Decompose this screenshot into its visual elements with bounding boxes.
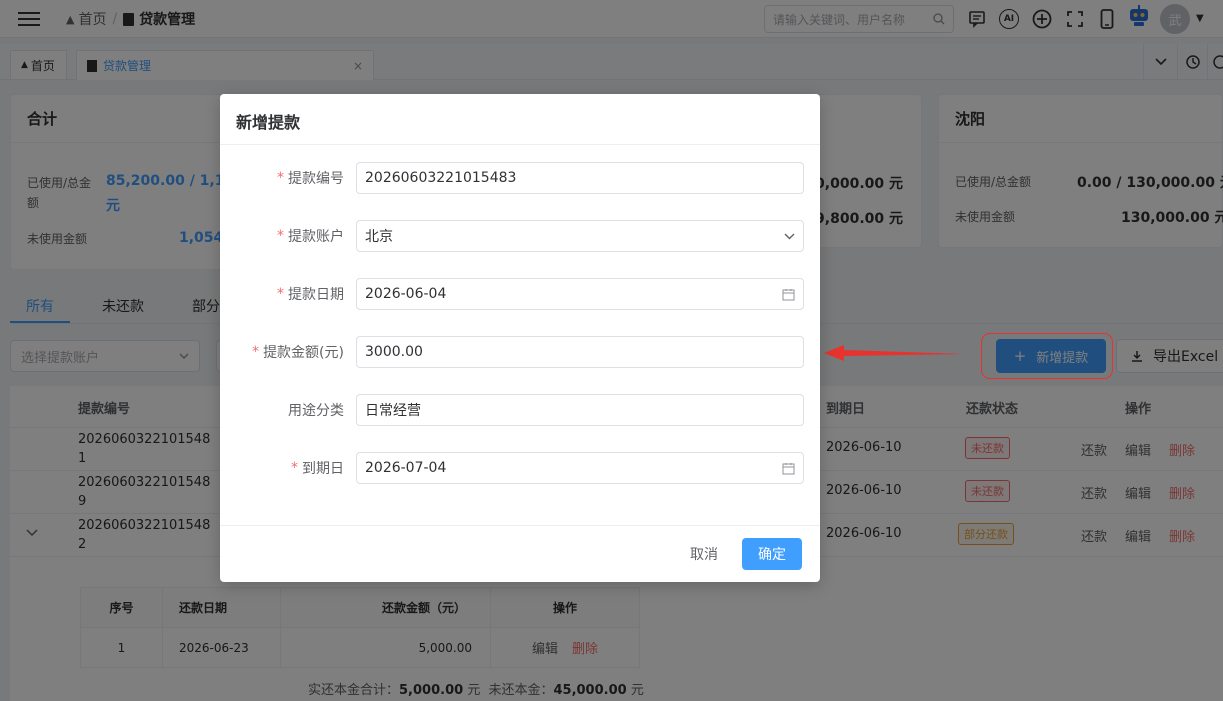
cancel-button[interactable]: 取消 [676,538,732,570]
form-row-purpose: 用途分类 日常经营 [220,394,820,426]
chevron-down-icon [784,233,795,239]
dialog-footer-divider [220,525,820,526]
field-label: * 提款金额(元) [252,344,344,361]
confirm-button[interactable]: 确定 [742,538,802,570]
add-withdrawal-dialog: 新增提款 * 提款编号 20260603221015483 * 提款账户 北京 * 提… [220,94,820,582]
field-label: * 到期日 [291,460,344,477]
form-row-due-date: * 到期日 2026-07-04 [220,452,820,484]
form-row-code: * 提款编号 20260603221015483 [220,162,820,194]
calendar-icon [782,288,795,300]
form-row-amount: * 提款金额(元) 3000.00 [220,336,820,368]
withdrawal-code-input[interactable]: 20260603221015483 [356,162,804,194]
field-label: * 提款账户 [277,228,344,245]
highlight-circle [981,333,1113,379]
form-row-date: * 提款日期 2026-06-04 [220,278,820,310]
field-label: * 提款编号 [277,170,344,187]
withdrawal-amount-input[interactable]: 3000.00 [356,336,804,368]
annotation-arrow-icon [824,345,965,361]
withdrawal-account-select[interactable]: 北京 [356,220,804,252]
form-row-account: * 提款账户 北京 [220,220,820,252]
field-label: * 提款日期 [277,286,344,303]
field-label: 用途分类 [288,403,344,419]
due-date-picker[interactable]: 2026-07-04 [356,452,804,484]
withdrawal-date-picker[interactable]: 2026-06-04 [356,278,804,310]
dialog-divider [220,144,820,145]
dialog-title: 新增提款 [236,113,301,132]
calendar-icon [782,462,795,474]
purpose-category-input[interactable]: 日常经营 [356,394,804,426]
